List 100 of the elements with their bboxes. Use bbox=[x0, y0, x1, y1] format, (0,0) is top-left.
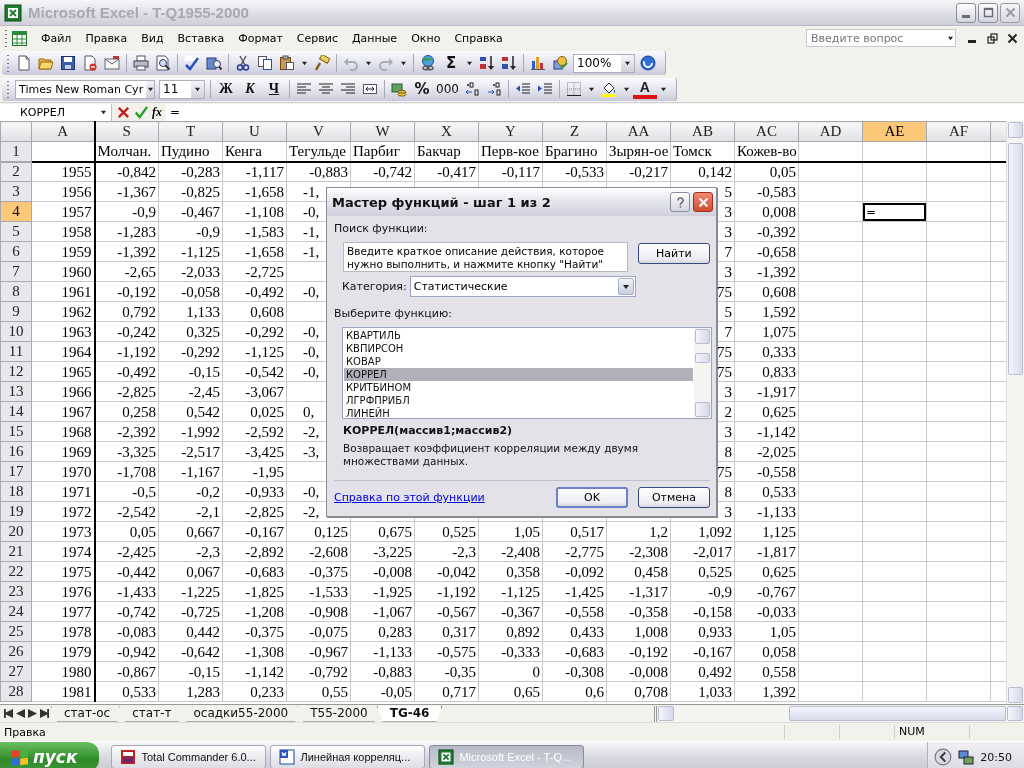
column-header[interactable]: X bbox=[414, 121, 479, 142]
enter-icon[interactable] bbox=[134, 104, 149, 120]
menu-item[interactable]: Справка bbox=[449, 29, 508, 47]
row-header[interactable]: 17 bbox=[0, 461, 32, 482]
sort-ascending-icon[interactable] bbox=[479, 55, 495, 71]
fill-color-icon[interactable] bbox=[600, 81, 617, 97]
row-header[interactable]: 8 bbox=[0, 281, 32, 302]
menu-item[interactable]: Сервис bbox=[291, 29, 343, 47]
taskbar-button[interactable]: Линейная корреляц... bbox=[270, 745, 426, 768]
list-item[interactable]: КВПИРСОН bbox=[344, 342, 693, 355]
find-button[interactable]: Найти bbox=[637, 243, 710, 264]
row-header[interactable]: 13 bbox=[0, 381, 32, 402]
italic-button[interactable]: К bbox=[238, 78, 262, 100]
insert-function-button[interactable]: fx bbox=[152, 104, 162, 120]
list-item[interactable]: КВАРТИЛЬ bbox=[344, 329, 693, 342]
help-button[interactable] bbox=[670, 192, 690, 212]
spelling-icon[interactable] bbox=[184, 55, 200, 71]
row-header[interactable]: 24 bbox=[0, 601, 32, 622]
column-header[interactable]: AE bbox=[862, 121, 927, 142]
column-header[interactable]: U bbox=[222, 121, 287, 142]
menu-item[interactable]: Правка bbox=[80, 29, 133, 47]
hyperlink-icon[interactable] bbox=[420, 55, 436, 71]
row-header[interactable]: 9 bbox=[0, 301, 32, 322]
help-link[interactable]: Справка по этой функции bbox=[334, 491, 485, 504]
list-item[interactable]: КОВАР bbox=[344, 355, 693, 368]
format-painter-icon[interactable] bbox=[314, 55, 330, 71]
row-header[interactable]: 7 bbox=[0, 261, 32, 282]
decrease-indent-icon[interactable] bbox=[514, 81, 531, 97]
cut-icon[interactable] bbox=[235, 55, 251, 71]
percent-button[interactable]: % bbox=[410, 78, 434, 100]
row-header[interactable]: 6 bbox=[0, 241, 32, 262]
list-scrollbar[interactable] bbox=[694, 328, 711, 418]
zoom-field[interactable]: 100% bbox=[573, 53, 635, 73]
caret-icon[interactable] bbox=[400, 60, 407, 66]
paste-icon[interactable] bbox=[279, 55, 295, 71]
column-header[interactable]: AF bbox=[926, 121, 991, 142]
row-header[interactable]: 11 bbox=[0, 341, 32, 362]
column-header[interactable]: AD bbox=[798, 121, 863, 142]
row-header[interactable]: 20 bbox=[0, 521, 32, 542]
chevron-icon[interactable] bbox=[934, 748, 953, 766]
ok-button[interactable]: OK bbox=[556, 487, 628, 508]
network-icon[interactable] bbox=[958, 749, 975, 765]
bold-button[interactable]: Ж bbox=[214, 78, 238, 100]
row-header[interactable]: 12 bbox=[0, 361, 32, 382]
help-search-field[interactable]: Введите вопрос bbox=[806, 29, 956, 47]
restore-button[interactable] bbox=[978, 2, 998, 23]
print-icon[interactable] bbox=[133, 55, 149, 71]
row-header[interactable]: 4 bbox=[0, 201, 32, 222]
research-icon[interactable] bbox=[206, 55, 222, 71]
decrease-decimal-icon[interactable] bbox=[485, 81, 502, 97]
category-dropdown[interactable]: Статистические bbox=[409, 276, 636, 297]
sheet-tab[interactable]: TG-46 bbox=[376, 705, 443, 722]
start-button[interactable]: пуск bbox=[0, 742, 100, 768]
currency-icon[interactable] bbox=[391, 81, 407, 97]
email-icon[interactable] bbox=[104, 55, 120, 71]
borders-icon[interactable] bbox=[565, 81, 582, 97]
row-header[interactable]: 1 bbox=[0, 141, 32, 162]
merge-center-icon[interactable] bbox=[362, 81, 378, 97]
column-header[interactable]: W bbox=[350, 121, 415, 142]
caret-icon[interactable] bbox=[466, 60, 473, 66]
font-field[interactable]: Times New Roman Cyr bbox=[15, 79, 155, 99]
row-header[interactable]: 19 bbox=[0, 501, 32, 522]
list-item[interactable]: КРИТБИНОМ bbox=[344, 381, 693, 394]
column-header[interactable]: A bbox=[31, 121, 95, 142]
menu-item[interactable]: Окно bbox=[406, 29, 446, 47]
row-header[interactable]: 14 bbox=[0, 401, 32, 422]
caret-icon[interactable] bbox=[622, 86, 630, 92]
column-header[interactable]: AB bbox=[670, 121, 735, 142]
row-header[interactable]: 10 bbox=[0, 321, 32, 342]
align-left-icon[interactable] bbox=[296, 81, 312, 97]
menu-item[interactable]: Файл bbox=[36, 29, 77, 47]
column-header[interactable]: S bbox=[94, 121, 159, 142]
align-right-icon[interactable] bbox=[340, 81, 356, 97]
list-item[interactable]: КОРРЕЛ bbox=[344, 368, 693, 381]
new-document-icon[interactable] bbox=[16, 55, 32, 71]
permission-icon[interactable] bbox=[82, 55, 98, 71]
save-icon[interactable] bbox=[60, 55, 76, 71]
column-header[interactable]: Y bbox=[478, 121, 543, 142]
cancel-icon[interactable] bbox=[116, 104, 131, 120]
drawing-icon[interactable] bbox=[552, 55, 568, 71]
align-center-icon[interactable] bbox=[318, 81, 334, 97]
row-header[interactable]: 2 bbox=[0, 161, 32, 182]
row-header[interactable]: 5 bbox=[0, 221, 32, 242]
open-folder-icon[interactable] bbox=[38, 55, 54, 71]
list-item[interactable]: ЛГРФПРИБЛ bbox=[344, 394, 693, 407]
close-button[interactable] bbox=[693, 192, 713, 212]
sort-descending-icon[interactable] bbox=[501, 55, 517, 71]
column-header[interactable]: V bbox=[286, 121, 351, 142]
print-preview-icon[interactable] bbox=[155, 55, 171, 71]
caret-icon[interactable] bbox=[301, 60, 308, 66]
row-header[interactable]: 3 bbox=[0, 181, 32, 202]
row-header[interactable]: 23 bbox=[0, 581, 32, 602]
spreadsheet-icon[interactable] bbox=[11, 29, 28, 47]
row-header[interactable]: 27 bbox=[0, 661, 32, 682]
taskbar-button[interactable]: Total Commander 6.0... bbox=[111, 745, 267, 768]
active-cell[interactable]: = bbox=[863, 202, 926, 221]
menu-item[interactable]: Формат bbox=[233, 29, 288, 47]
column-header[interactable]: AA bbox=[606, 121, 671, 142]
search-field[interactable]: Введите краткое описание действия, которое нужно выполнить, и нажмите кнопку "Найти" bbox=[343, 242, 628, 272]
column-header[interactable]: AC bbox=[734, 121, 799, 142]
